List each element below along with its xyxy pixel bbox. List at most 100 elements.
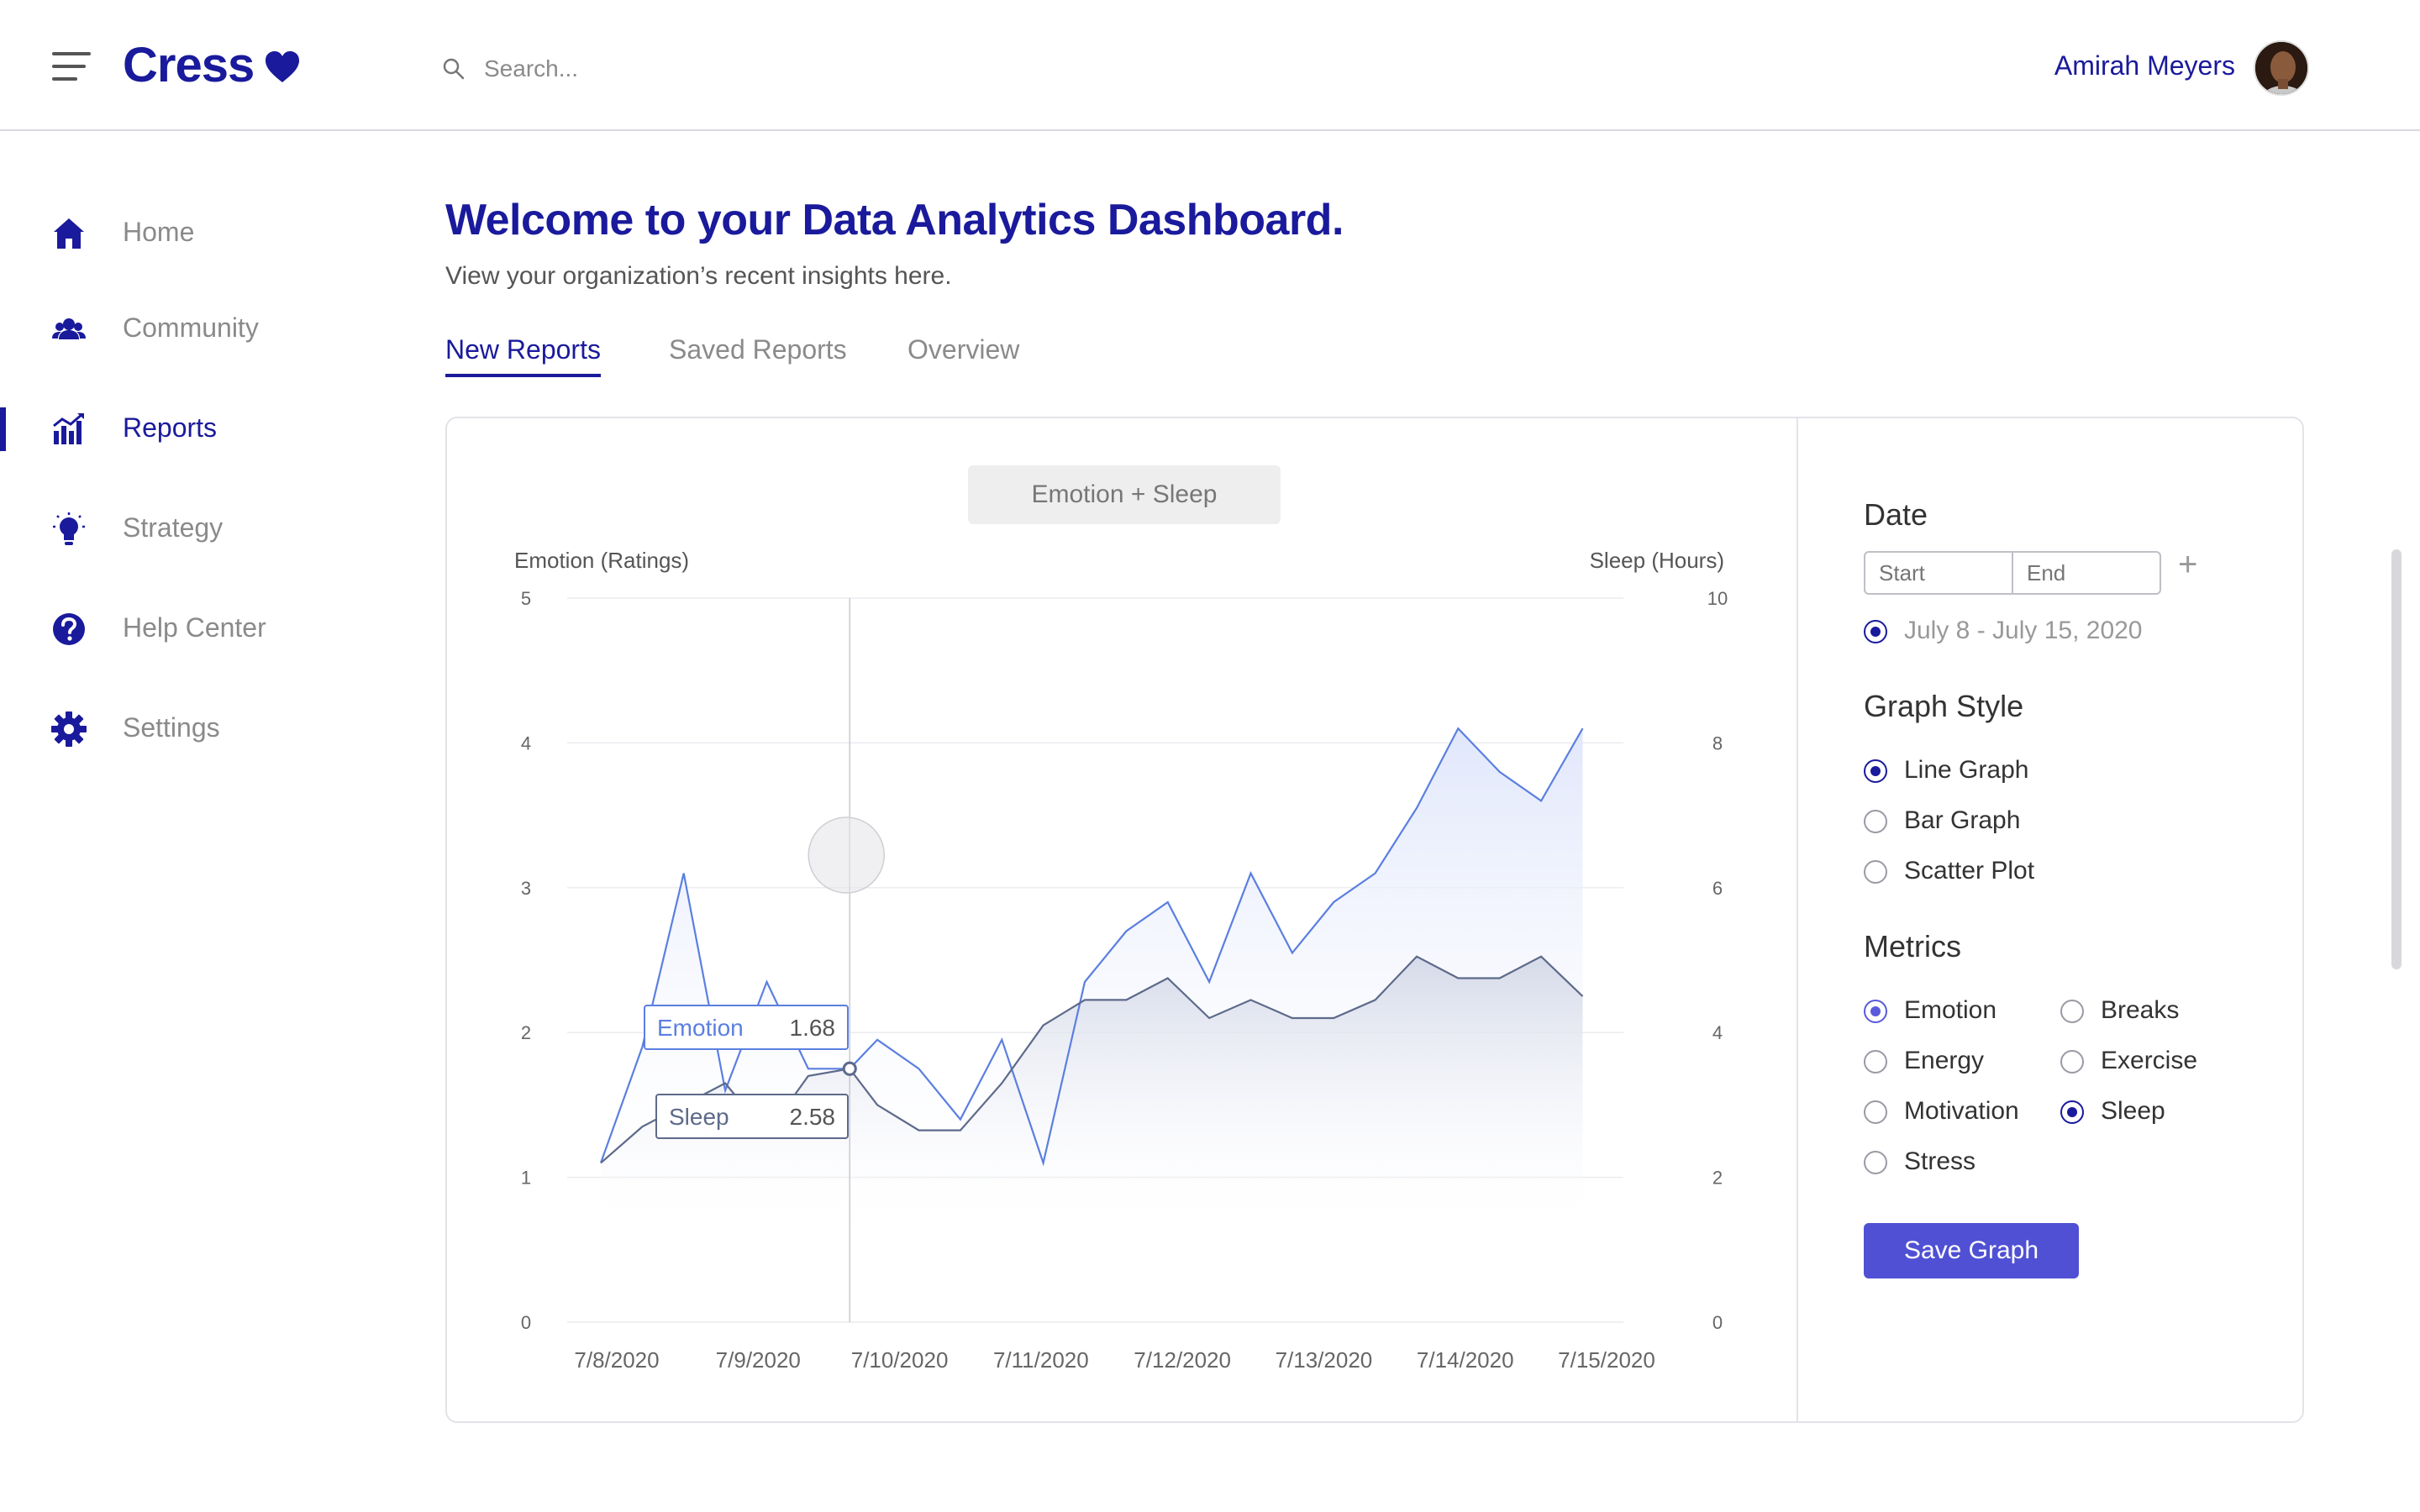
x-tick-label: 7/10/2020 <box>851 1347 949 1373</box>
metric-motivation[interactable]: Motivation <box>1864 1094 2049 1131</box>
sleep-hover-point <box>842 1061 857 1076</box>
date-end-input[interactable] <box>2012 551 2161 595</box>
page-subtitle: View your organization’s recent insights… <box>445 262 952 290</box>
left-tick-label: 2 <box>521 1022 531 1043</box>
stress-label: Stress <box>1904 1147 1976 1175</box>
emotion-radio[interactable] <box>1864 1000 1887 1023</box>
search-bar <box>442 50 1030 87</box>
sidebar-item-help-center[interactable]: Help Center <box>0 594 353 661</box>
date-heading: Date <box>1864 497 1928 532</box>
sidebar-item-label: Reports <box>123 412 218 443</box>
date-range-radio[interactable] <box>1864 620 1887 643</box>
x-tick-label: 7/15/2020 <box>1558 1347 1655 1373</box>
motivation-label: Motivation <box>1904 1097 2019 1125</box>
motivation-radio[interactable] <box>1864 1100 1887 1124</box>
exercise-label: Exercise <box>2101 1047 2198 1074</box>
gear-icon <box>51 711 87 747</box>
page-title: Welcome to your Data Analytics Dashboard… <box>445 196 1344 244</box>
date-range-option[interactable]: July 8 - July 15, 2020 <box>1864 613 2200 650</box>
stress-radio[interactable] <box>1864 1151 1887 1174</box>
community-icon <box>52 318 86 339</box>
reports-icon <box>53 412 84 444</box>
sleep-radio[interactable] <box>2060 1100 2084 1124</box>
tab-saved-reports[interactable]: Saved Reports <box>669 334 847 374</box>
heart-icon <box>266 51 299 82</box>
left-tick-label: 3 <box>521 878 531 899</box>
x-tick-label: 7/9/2020 <box>716 1347 801 1373</box>
right-tick-label: 8 <box>1712 732 1723 753</box>
metric-exercise[interactable]: Exercise <box>2060 1043 2228 1080</box>
metric-sleep[interactable]: Sleep <box>2060 1094 2228 1131</box>
right-tick-label: 2 <box>1712 1168 1723 1189</box>
tab-overview[interactable]: Overview <box>908 334 1019 374</box>
right-tick-label: 4 <box>1712 1022 1723 1043</box>
sidebar-item-label: Help Center <box>123 612 266 643</box>
search-input[interactable] <box>484 50 988 87</box>
x-tick-label: 7/11/2020 <box>993 1347 1089 1373</box>
graph-style-line[interactable]: Line Graph <box>1864 753 2116 790</box>
x-tick-label: 7/8/2020 <box>574 1347 659 1373</box>
page-scrollbar[interactable] <box>2391 549 2402 969</box>
card-divider <box>1797 418 1798 1421</box>
energy-label: Energy <box>1904 1047 1985 1074</box>
sidebar-item-strategy[interactable]: Strategy <box>0 494 353 561</box>
graph-style-heading: Graph Style <box>1864 689 2024 723</box>
metric-emotion[interactable]: Emotion <box>1864 993 2049 1030</box>
sidebar-item-settings[interactable]: Settings <box>0 694 353 761</box>
touch-indicator <box>808 816 885 894</box>
date-start-input[interactable] <box>1864 551 2013 595</box>
report-tabs: New Reports Saved Reports Overview <box>445 334 1202 381</box>
brand-logo[interactable]: Cress <box>123 37 255 93</box>
tab-new-reports[interactable]: New Reports <box>445 334 601 377</box>
lightbulb-icon <box>53 512 85 545</box>
add-date-range-button[interactable]: + <box>2178 548 2197 581</box>
user-name[interactable]: Amirah Meyers <box>2054 50 2235 81</box>
sidebar-item-community[interactable]: Community <box>0 294 353 361</box>
scatter-plot-label: Scatter Plot <box>1904 857 2035 885</box>
left-axis-label: Emotion (Ratings) <box>514 548 689 573</box>
breaks-label: Breaks <box>2101 996 2180 1024</box>
graph-style-scatter[interactable]: Scatter Plot <box>1864 853 2116 890</box>
avatar[interactable] <box>2254 40 2309 96</box>
exercise-radio[interactable] <box>2060 1050 2084 1074</box>
sidebar: Home Community Reports Strategy Help Cen… <box>0 133 353 1512</box>
chart-title-button[interactable]: Emotion + Sleep <box>968 465 1281 524</box>
avatar-portrait-icon <box>2255 42 2307 94</box>
right-tick-label: 6 <box>1712 878 1723 899</box>
sidebar-item-label: Strategy <box>123 512 224 543</box>
bar-graph-radio[interactable] <box>1864 810 1887 833</box>
metric-energy[interactable]: Energy <box>1864 1043 2049 1080</box>
energy-radio[interactable] <box>1864 1050 1887 1074</box>
emotion-label: Emotion <box>1904 996 1997 1024</box>
emotion-sleep-chart[interactable]: Emotion (Ratings) Sleep (Hours) 0 1 2 3 4 5 0 2 4 6… <box>447 418 1797 1421</box>
home-icon <box>54 218 84 249</box>
right-tick-label: 0 <box>1712 1312 1723 1333</box>
left-tick-label: 0 <box>521 1312 531 1333</box>
metric-stress[interactable]: Stress <box>1864 1144 2049 1181</box>
metric-breaks[interactable]: Breaks <box>2060 993 2228 1030</box>
sidebar-item-label: Settings <box>123 712 220 743</box>
save-graph-button[interactable]: Save Graph <box>1864 1223 2079 1278</box>
tooltip-emotion-value: 1.68 <box>789 1015 836 1041</box>
left-tick-label: 5 <box>521 588 531 609</box>
help-icon <box>53 613 85 645</box>
right-axis-label: Sleep (Hours) <box>1590 548 1724 573</box>
scatter-plot-radio[interactable] <box>1864 860 1887 884</box>
x-tick-label: 7/14/2020 <box>1417 1347 1514 1373</box>
report-card: Emotion (Ratings) Sleep (Hours) 0 1 2 3 4 5 0 2 4 6… <box>445 417 2304 1423</box>
left-tick-label: 4 <box>521 732 531 753</box>
breaks-radio[interactable] <box>2060 1000 2084 1023</box>
line-graph-radio[interactable] <box>1864 759 1887 783</box>
tooltip-emotion-name: Emotion <box>657 1015 744 1041</box>
tooltip-sleep: Sleep 2.58 <box>655 1094 849 1139</box>
graph-style-bar[interactable]: Bar Graph <box>1864 803 2116 840</box>
x-tick-label: 7/13/2020 <box>1276 1347 1373 1373</box>
sidebar-item-home[interactable]: Home <box>0 198 353 265</box>
top-header: Cress Amirah Meyers <box>0 0 2420 131</box>
bar-graph-label: Bar Graph <box>1904 806 2021 834</box>
hamburger-menu-icon[interactable] <box>52 52 91 81</box>
search-icon <box>443 58 465 80</box>
left-tick-label: 1 <box>521 1168 531 1189</box>
sidebar-item-reports[interactable]: Reports <box>0 394 353 461</box>
sidebar-item-label: Home <box>123 217 195 247</box>
